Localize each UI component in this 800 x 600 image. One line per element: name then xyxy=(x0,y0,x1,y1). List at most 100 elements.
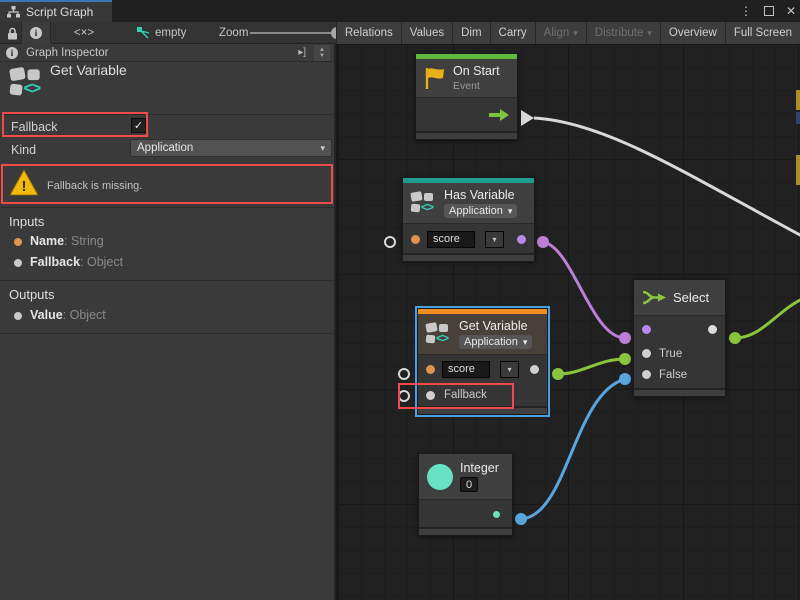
wire-has-variable-to-select xyxy=(543,242,625,338)
input-port-dot-name xyxy=(14,238,22,246)
lock-icon[interactable] xyxy=(5,22,19,44)
selection-output-port[interactable] xyxy=(708,325,717,334)
offscreen-node-sliver xyxy=(796,112,800,124)
kind-label: Kind xyxy=(11,143,36,157)
node-footer xyxy=(634,388,725,396)
chevron-down-icon: ▾ xyxy=(320,143,325,154)
graph-toolbar: i <×> empty Zoom 1x Relations Values Dim… xyxy=(0,22,800,44)
kind-dropdown[interactable]: Application ▾ xyxy=(130,139,332,157)
variable-name-field[interactable]: score xyxy=(442,361,490,378)
annotation-box-fallback-port xyxy=(398,383,514,409)
flag-icon xyxy=(424,66,446,90)
wire-get-variable-to-true xyxy=(558,359,625,374)
code-preview-button[interactable]: <×> xyxy=(54,22,114,44)
scroll-spinner[interactable]: ▲▼ xyxy=(314,45,330,61)
node-title: Has Variable xyxy=(444,188,517,202)
value-output-port[interactable] xyxy=(530,365,539,374)
variable-name-dropdown[interactable]: ▾ xyxy=(500,361,519,378)
annotation-box-warning xyxy=(1,164,333,204)
variable-kind-dropdown[interactable]: Application▾ xyxy=(459,335,532,349)
false-port-label: False xyxy=(659,369,687,381)
node-title: Select xyxy=(673,290,709,305)
window-tab-bar: Script Graph ⋮ ✕ xyxy=(0,0,800,22)
select-icon xyxy=(642,289,666,306)
input-port-dot-fallback xyxy=(14,259,22,267)
chevron-down-icon: ▾ xyxy=(573,28,578,39)
relations-button[interactable]: Relations xyxy=(336,22,401,44)
wire-select-output xyxy=(735,299,800,338)
variable-icon: <> xyxy=(10,68,45,98)
zoom-label: Zoom xyxy=(219,22,248,44)
node-title: Integer xyxy=(460,461,499,475)
values-button[interactable]: Values xyxy=(401,22,452,44)
flow-output-port[interactable] xyxy=(489,109,509,121)
condition-input-port[interactable] xyxy=(642,325,651,334)
window-menu-icon[interactable]: ⋮ xyxy=(740,0,752,22)
carry-button[interactable]: Carry xyxy=(490,22,535,44)
node-title: On Start xyxy=(453,64,500,78)
node-subtitle: Event xyxy=(453,80,500,92)
name-input-port[interactable] xyxy=(411,235,420,244)
node-select[interactable]: Select True False xyxy=(633,279,726,397)
name-input-port[interactable] xyxy=(426,365,435,374)
variable-icon: <> xyxy=(411,192,437,214)
align-button[interactable]: Align▾ xyxy=(535,22,586,44)
true-input-port[interactable] xyxy=(642,349,651,358)
connection-icon xyxy=(136,22,152,44)
result-output-port[interactable] xyxy=(517,235,526,244)
zoom-slider-track[interactable] xyxy=(250,32,338,34)
selection-status: empty xyxy=(155,22,186,44)
empty-port-ring xyxy=(385,237,395,247)
node-title: Get Variable xyxy=(459,319,532,333)
full-screen-button[interactable]: Full Screen xyxy=(725,22,800,44)
inspector-unit-title: Get Variable xyxy=(50,62,127,78)
close-icon[interactable]: ✕ xyxy=(786,0,796,22)
graph-canvas[interactable]: On Start Event <> Has Variable Appl xyxy=(338,44,800,600)
graph-inspector-panel: i Graph Inspector ▸] ▲▼ <> Get Variable … xyxy=(0,44,336,600)
graph-icon xyxy=(7,6,20,18)
inspect-toggle-button[interactable]: i xyxy=(21,22,51,44)
chevron-down-icon: ▾ xyxy=(647,28,652,39)
node-footer xyxy=(403,253,534,261)
info-icon: i xyxy=(30,27,42,39)
inputs-section-title: Inputs xyxy=(9,214,44,229)
chevron-down-icon: ▾ xyxy=(523,337,528,348)
info-icon: i xyxy=(6,47,18,59)
variable-icon: <> xyxy=(426,323,452,345)
dim-button[interactable]: Dim xyxy=(452,22,489,44)
output-port-dot-value xyxy=(14,312,22,320)
distribute-button[interactable]: Distribute▾ xyxy=(586,22,660,44)
annotation-box-fallback-option xyxy=(2,112,148,137)
node-integer[interactable]: Integer 0 xyxy=(418,453,513,536)
overview-button[interactable]: Overview xyxy=(660,22,725,44)
offscreen-node-sliver xyxy=(796,90,800,110)
offscreen-node-sliver xyxy=(796,155,800,185)
flow-connector-triangle xyxy=(521,110,534,126)
integer-icon xyxy=(427,464,453,490)
tab-script-graph[interactable]: Script Graph xyxy=(0,0,112,22)
node-on-start[interactable]: On Start Event xyxy=(415,53,518,140)
maximize-icon[interactable] xyxy=(764,6,774,16)
input-row-name: Name: String xyxy=(30,234,104,248)
integer-output-port[interactable] xyxy=(493,511,500,518)
outputs-section-title: Outputs xyxy=(9,287,55,302)
variable-name-field[interactable]: score xyxy=(427,231,475,248)
tab-label: Script Graph xyxy=(26,5,93,19)
chevron-down-icon: ▾ xyxy=(492,235,496,244)
variable-kind-dropdown[interactable]: Application▾ xyxy=(444,204,517,218)
true-port-label: True xyxy=(659,348,682,360)
node-footer xyxy=(416,131,517,139)
integer-value-field[interactable]: 0 xyxy=(460,477,478,492)
chevron-down-icon: ▾ xyxy=(507,365,511,374)
input-row-fallback: Fallback: Object xyxy=(30,255,123,269)
empty-port-ring xyxy=(399,369,409,379)
wire-control-flow xyxy=(534,118,800,236)
inspector-title: Graph Inspector xyxy=(26,47,108,59)
connection-wires xyxy=(338,44,800,600)
node-has-variable[interactable]: <> Has Variable Application▾ score ▾ xyxy=(402,177,535,262)
false-input-port[interactable] xyxy=(642,370,651,379)
toolbar-button-group: Relations Values Dim Carry Align▾ Distri… xyxy=(336,22,800,44)
node-footer xyxy=(419,527,512,535)
dock-icon[interactable]: ▸] xyxy=(298,47,306,58)
variable-name-dropdown[interactable]: ▾ xyxy=(485,231,504,248)
